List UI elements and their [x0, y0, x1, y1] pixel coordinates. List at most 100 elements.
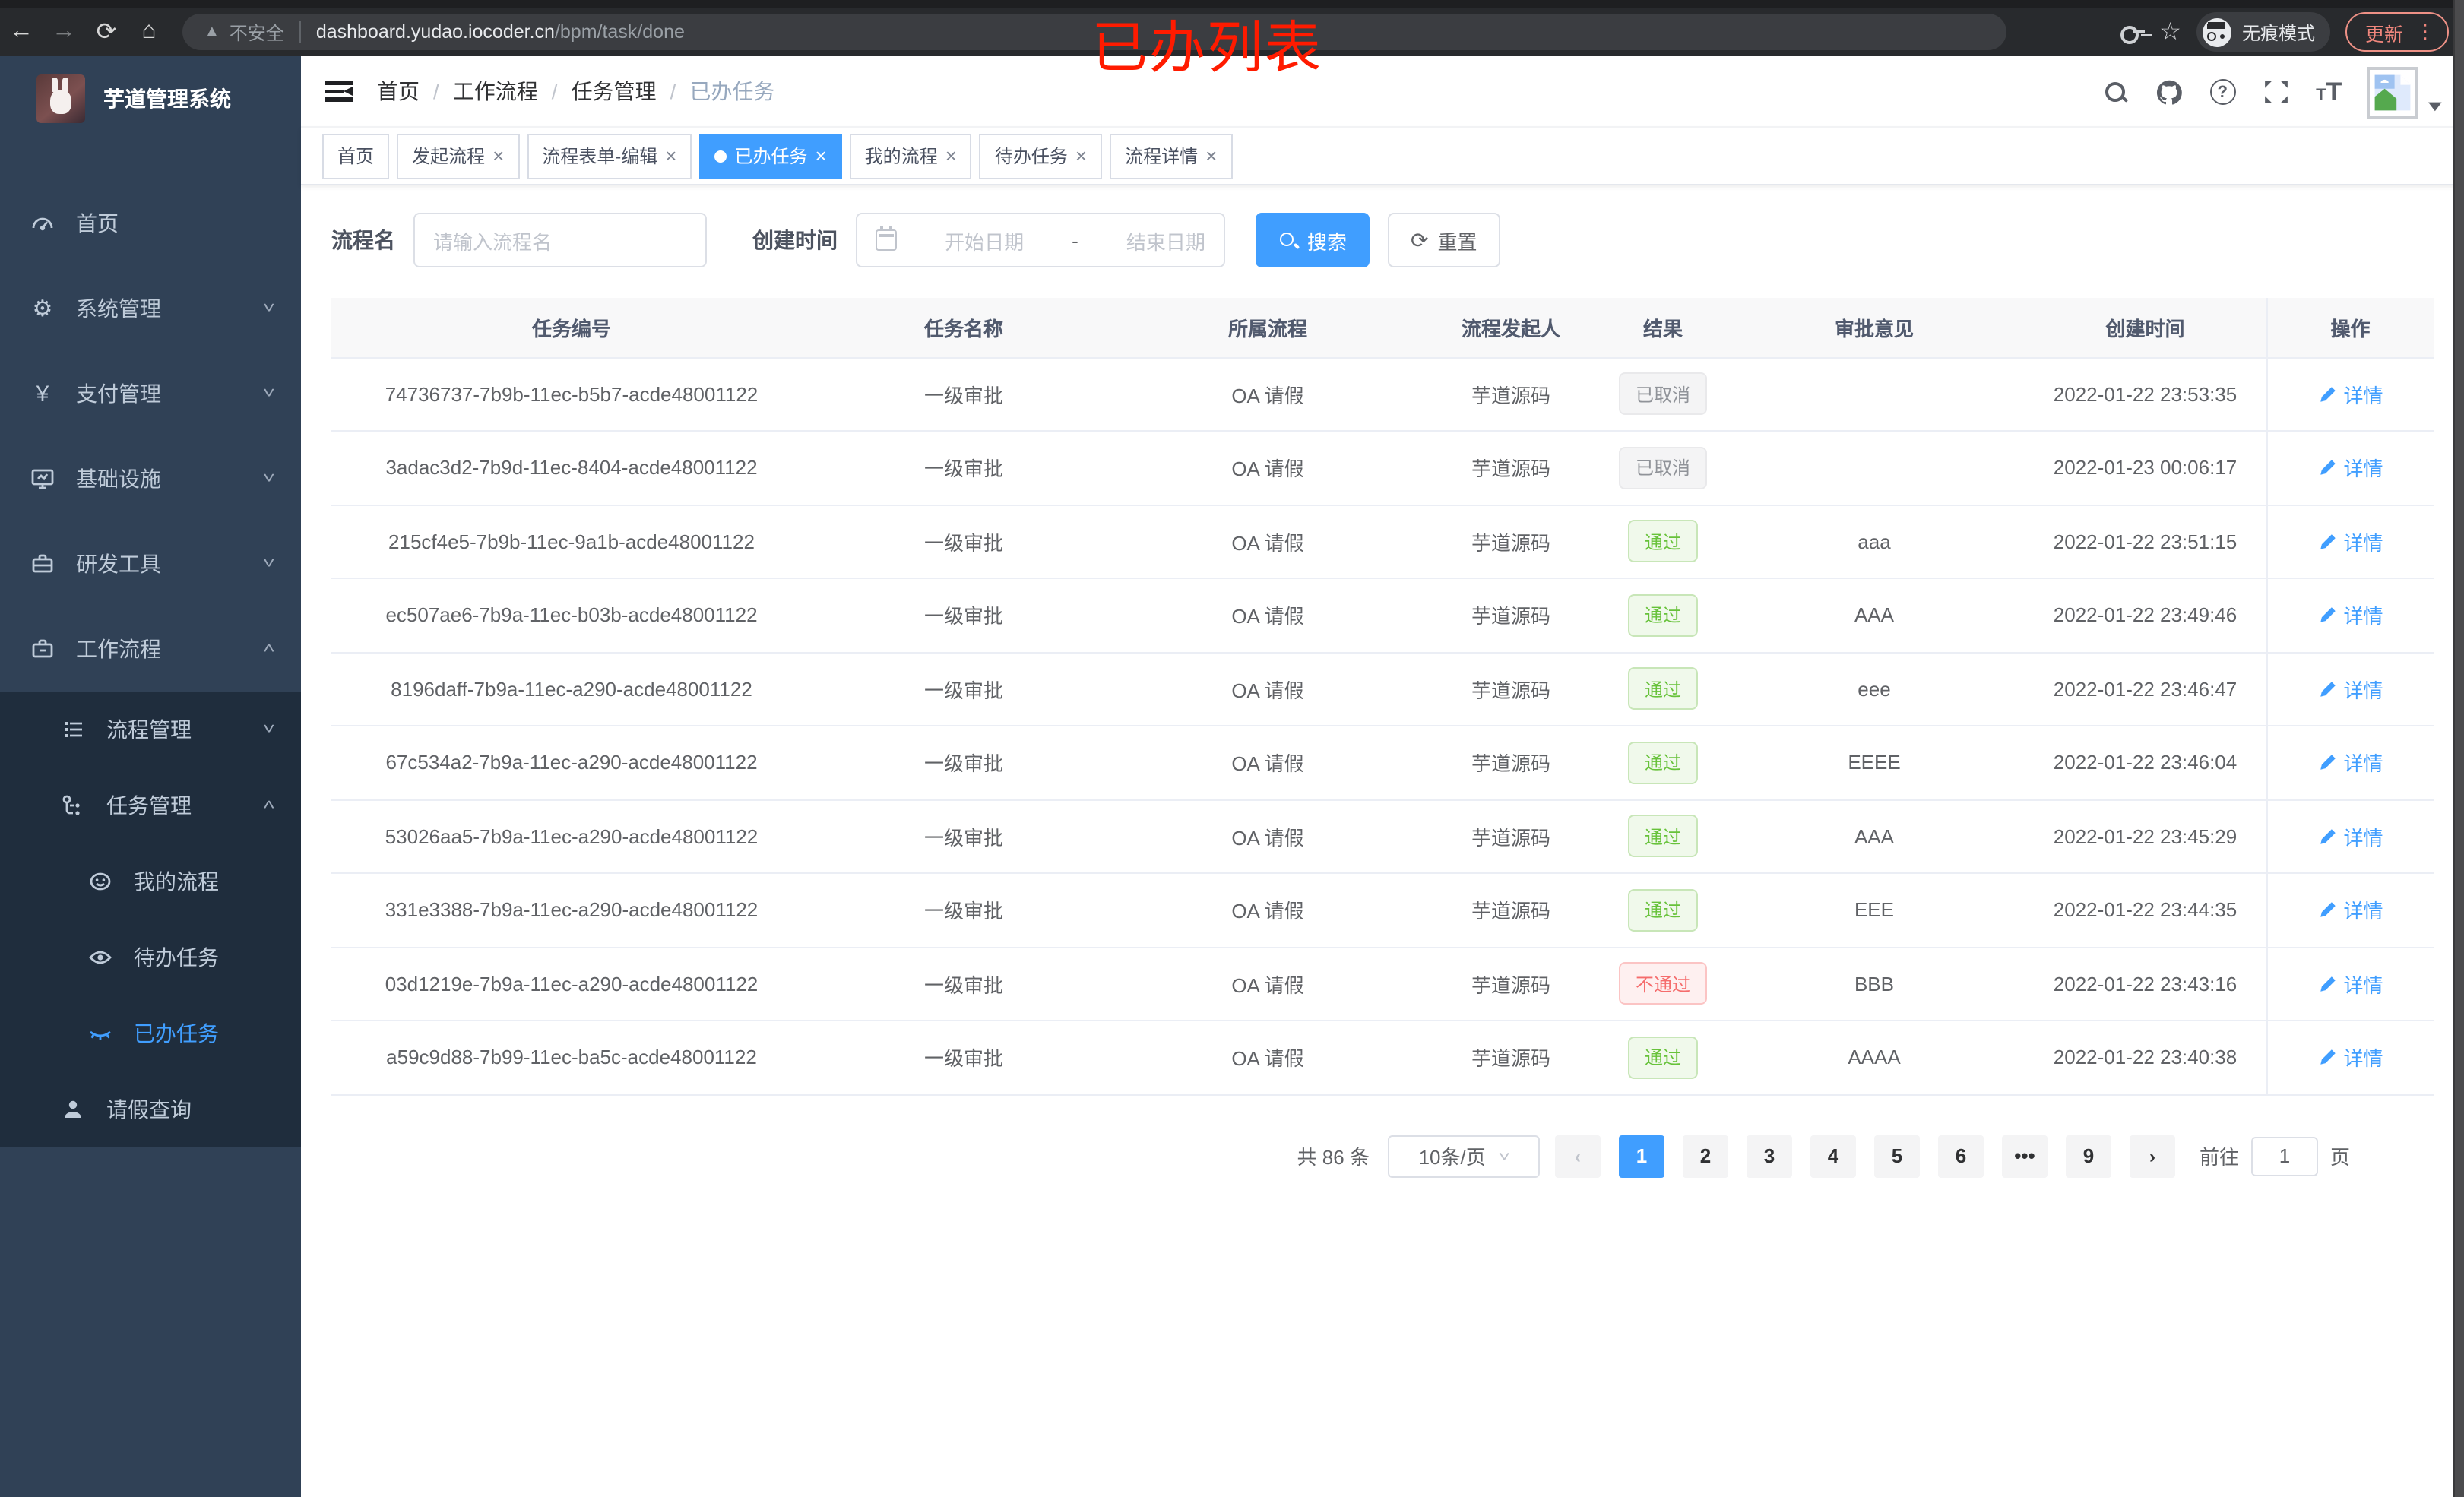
end-date-placeholder: 结束日期 — [1126, 230, 1205, 253]
breadcrumb-separator: / — [433, 79, 439, 103]
incognito-badge: 无痕模式 — [2196, 12, 2330, 52]
fullscreen-icon[interactable] — [2260, 77, 2291, 107]
incognito-label: 无痕模式 — [2241, 22, 2315, 43]
detail-link[interactable]: 详情 — [2317, 896, 2383, 925]
avatar[interactable] — [2367, 66, 2419, 118]
main-area: 首页 / 工作流程 / 任务管理 / 已办任务 ▼ — [301, 56, 2464, 1497]
user-avatar-dropdown[interactable]: ▼ — [2367, 66, 2447, 118]
page-button-6[interactable]: 6 — [1937, 1135, 1984, 1177]
tab-process-detail[interactable]: 流程详情 × — [1110, 133, 1233, 179]
sidebar-item-task-mgmt[interactable]: 任务管理 ˄ — [0, 767, 301, 843]
breadcrumb-home[interactable]: 首页 — [377, 76, 420, 106]
page-button-1[interactable]: 1 — [1618, 1135, 1664, 1177]
sidebar-item-workflow[interactable]: 工作流程 ˄ — [0, 606, 301, 692]
tab-my-process[interactable]: 我的流程 × — [849, 133, 972, 179]
bookmark-star-icon[interactable]: ☆ — [2159, 17, 2181, 47]
github-icon[interactable] — [2154, 77, 2184, 107]
browser-reload-icon[interactable]: ⟳ — [85, 17, 128, 47]
close-icon[interactable]: × — [1205, 146, 1217, 166]
next-page-button[interactable]: › — [2129, 1135, 2175, 1177]
page-ellipsis-button[interactable]: ••• — [2001, 1135, 2048, 1177]
detail-link[interactable]: 详情 — [2317, 1043, 2383, 1072]
tab-todo-tasks[interactable]: 待办任务 × — [979, 133, 1103, 179]
detail-link[interactable]: 详情 — [2317, 454, 2383, 483]
detail-link[interactable]: 详情 — [2317, 675, 2383, 704]
password-key-icon[interactable] — [2120, 20, 2145, 44]
help-icon[interactable] — [2207, 77, 2238, 107]
flow-icon — [61, 793, 85, 818]
detail-link[interactable]: 详情 — [2317, 527, 2383, 556]
browser-home-icon[interactable]: ⌂ — [128, 18, 170, 46]
tab-form-edit[interactable]: 流程表单-编辑 × — [527, 133, 692, 179]
detail-link[interactable]: 详情 — [2317, 601, 2383, 630]
close-icon[interactable]: × — [815, 146, 826, 166]
page-button-2[interactable]: 2 — [1682, 1135, 1728, 1177]
chevron-up-icon: ˄ — [262, 641, 276, 657]
sidebar-item-devtools[interactable]: 研发工具 ˅ — [0, 521, 301, 606]
browser-back-icon[interactable]: ← — [0, 18, 43, 46]
sidebar-item-home[interactable]: 首页 — [0, 181, 301, 266]
chevron-down-icon: ˅ — [262, 300, 276, 317]
tab-start-process[interactable]: 发起流程 × — [397, 133, 520, 179]
tab-home[interactable]: 首页 — [322, 133, 390, 179]
sidebar-item-todo-tasks[interactable]: 待办任务 — [0, 919, 301, 995]
chevron-down-icon: ˅ — [262, 470, 276, 487]
breadcrumb-task-mgmt[interactable]: 任务管理 — [572, 76, 657, 106]
status-badge: 通过 — [1627, 520, 1698, 563]
page-button-9[interactable]: 9 — [2065, 1135, 2111, 1177]
sidebar-item-system[interactable]: ⚙ 系统管理 ˅ — [0, 266, 301, 351]
close-icon[interactable]: × — [492, 146, 504, 166]
update-label[interactable]: 更新 — [2365, 17, 2403, 46]
process-name-input[interactable]: 请输入流程名 — [413, 213, 707, 267]
pagination-total: 共 86 条 — [1297, 1146, 1370, 1169]
sidebar-item-my-process[interactable]: 我的流程 — [0, 843, 301, 919]
browser-update-button[interactable]: 更新 ⋮ — [2345, 12, 2449, 52]
table-row: 53026aa5-7b9a-11ec-a290-acde48001122 一级审批… — [331, 799, 2434, 874]
page-jump-input[interactable] — [2250, 1136, 2318, 1176]
status-badge: 通过 — [1627, 593, 1698, 637]
breadcrumb-workflow[interactable]: 工作流程 — [453, 76, 538, 106]
browser-menu-icon[interactable]: ⋮ — [2415, 20, 2435, 44]
status-badge: 通过 — [1627, 888, 1698, 932]
incognito-icon — [2202, 17, 2231, 46]
reset-button[interactable]: ⟳ 重置 — [1388, 213, 1500, 267]
tab-done-tasks[interactable]: 已办任务 × — [699, 133, 842, 179]
page-button-4[interactable]: 4 — [1810, 1135, 1856, 1177]
sidebar-item-leave-query[interactable]: 请假查询 — [0, 1071, 301, 1147]
close-icon[interactable]: × — [1075, 146, 1087, 166]
url-path: /bpm/task/done — [554, 21, 685, 43]
status-badge: 通过 — [1627, 1036, 1698, 1079]
search-icon[interactable] — [2101, 77, 2131, 107]
page-button-5[interactable]: 5 — [1873, 1135, 1920, 1177]
sidebar-item-infra[interactable]: 基础设施 ˅ — [0, 436, 301, 521]
search-button[interactable]: 搜索 — [1256, 213, 1370, 267]
sidebar-item-payment[interactable]: ¥ 支付管理 ˅ — [0, 351, 301, 436]
prev-page-button[interactable]: ‹ — [1554, 1135, 1601, 1177]
detail-link[interactable]: 详情 — [2317, 748, 2383, 777]
page-button-3[interactable]: 3 — [1746, 1135, 1792, 1177]
refresh-icon: ⟳ — [1411, 228, 1429, 252]
sidebar-item-done-tasks[interactable]: 已办任务 — [0, 995, 301, 1071]
detail-link[interactable]: 详情 — [2317, 822, 2383, 851]
date-range-input[interactable]: 开始日期 - 结束日期 — [856, 213, 1225, 267]
logo-row[interactable]: 芋道管理系统 — [0, 56, 301, 141]
dashboard-icon — [30, 211, 55, 236]
not-secure-warning-icon: ▲ — [204, 23, 220, 41]
sidebar-item-process-mgmt[interactable]: 流程管理 ˅ — [0, 692, 301, 767]
close-icon[interactable]: × — [665, 146, 676, 166]
table-row: 8196daff-7b9a-11ec-a290-acde48001122 一级审批… — [331, 652, 2434, 726]
detail-link[interactable]: 详情 — [2317, 380, 2383, 409]
browser-forward-icon[interactable]: → — [43, 18, 85, 46]
sidebar-fold-icon[interactable] — [325, 81, 353, 102]
page-size-select[interactable]: 10条/页 ˅ — [1387, 1135, 1540, 1177]
window-scrollbar[interactable] — [2453, 0, 2464, 1497]
status-badge: 通过 — [1627, 815, 1698, 858]
gear-icon: ⚙ — [32, 296, 53, 322]
font-size-icon[interactable] — [2314, 77, 2344, 107]
process-name-label: 流程名 — [331, 228, 395, 252]
security-label[interactable]: 不安全 — [230, 19, 284, 45]
navbar: 首页 / 工作流程 / 任务管理 / 已办任务 ▼ — [301, 56, 2464, 128]
detail-link[interactable]: 详情 — [2317, 970, 2383, 999]
chevron-up-icon: ˄ — [262, 797, 276, 814]
close-icon[interactable]: × — [945, 146, 957, 166]
